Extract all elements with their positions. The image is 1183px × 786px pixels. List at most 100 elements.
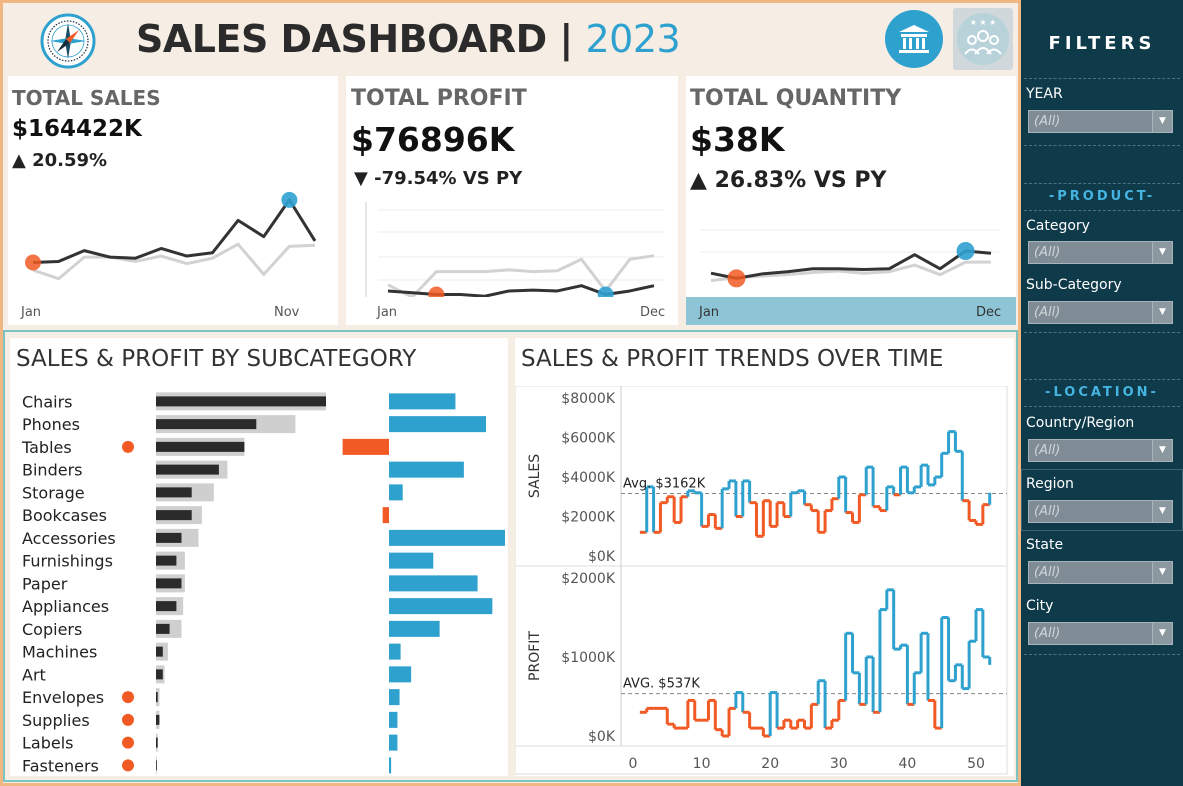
flag-dot	[122, 736, 134, 749]
city-filter-select[interactable]: (All) ▼	[1028, 622, 1173, 645]
subcategory-label: Fasteners	[22, 756, 99, 775]
chevron-down-icon[interactable]: ▼	[1152, 501, 1172, 522]
max-marker	[956, 242, 975, 260]
country-filter-select[interactable]: (All) ▼	[1028, 439, 1173, 462]
dashboard-header: SALES DASHBOARD | 2023 ★ ★ ★	[3, 3, 1018, 75]
subcategory-filter-select[interactable]: (All) ▼	[1028, 301, 1173, 324]
subcategory-label: Art	[22, 665, 46, 684]
x-tick: 20	[761, 756, 779, 772]
subcategory-label: Chairs	[22, 392, 72, 411]
max-marker	[281, 191, 298, 208]
subcategory-label: Paper	[22, 574, 68, 593]
current-year-line	[710, 249, 992, 280]
subcategory-label: Supplies	[22, 711, 90, 730]
country-filter-value: (All)	[1034, 443, 1061, 458]
year-filter-select[interactable]: (All) ▼	[1028, 110, 1173, 133]
current-year-line	[32, 198, 317, 265]
kpi-card-quantity: TOTAL QUANTITY $38K ▲ 26.83% VS PY Jan D…	[686, 76, 1016, 325]
profit-bar	[389, 552, 434, 569]
subcategory-label: Bookcases	[22, 506, 107, 525]
flag-dot	[122, 440, 134, 453]
region-filter-select[interactable]: (All) ▼	[1028, 500, 1173, 523]
flag-dot	[122, 713, 134, 726]
trends-chart: $0K $2000K $4000K $6000K $8000K SALES $0K $1000…	[515, 386, 1008, 775]
sales-bar	[156, 714, 160, 725]
profit-bar	[342, 438, 389, 455]
profit-panel-y-tick: $2000K	[561, 571, 616, 587]
divider	[1024, 654, 1180, 655]
subcategory-label: Storage	[22, 483, 85, 502]
min-marker	[428, 286, 445, 297]
profit-bar	[382, 507, 389, 524]
trends-title: SALES & PROFIT TRENDS OVER TIME	[521, 346, 944, 372]
profit-bar	[389, 598, 493, 615]
profit-bar	[389, 643, 401, 660]
profit-bar	[389, 689, 400, 706]
max-marker	[597, 286, 614, 297]
sales-bar	[156, 692, 158, 703]
profit-bar	[389, 711, 398, 728]
dashboard-title: SALES DASHBOARD | 2023	[136, 17, 681, 61]
subcategory-chart: Chairs Phones Tables Binders Storage Bookcase…	[21, 392, 505, 775]
min-marker	[727, 269, 746, 288]
bank-icon[interactable]	[885, 10, 943, 68]
sales-bar	[156, 737, 158, 748]
sales-bar	[156, 532, 182, 543]
subcategory-label: Labels	[22, 734, 74, 753]
min-marker	[25, 254, 41, 271]
subcategory-title: SALES & PROFIT BY SUBCATEGORY	[16, 346, 417, 372]
chevron-down-icon[interactable]: ▼	[1152, 242, 1172, 263]
kpi-quantity-value: $38K	[690, 120, 785, 159]
profit-bar	[389, 461, 464, 478]
profit-bar	[389, 393, 456, 410]
compass-logo-icon	[40, 13, 96, 69]
sales-bar	[156, 510, 192, 521]
kpi-sales-x-start: Jan	[21, 305, 42, 320]
chevron-down-icon[interactable]: ▼	[1152, 440, 1172, 461]
sales-bar	[156, 646, 163, 657]
category-filter-label: Category	[1026, 218, 1090, 234]
profit-panel-y-tick: $1000K	[561, 650, 616, 666]
sales-panel-y-tick: $0K	[588, 549, 616, 565]
kpi-sales-delta: ▲ 20.59%	[12, 150, 108, 171]
sales-bar	[156, 623, 170, 634]
divider	[1024, 145, 1180, 146]
subcategory-label: Accessories	[22, 529, 116, 548]
chevron-down-icon[interactable]: ▼	[1152, 562, 1172, 583]
subcategory-label: Copiers	[22, 620, 82, 639]
team-icon[interactable]: ★ ★ ★	[953, 8, 1013, 70]
category-filter-value: (All)	[1034, 245, 1061, 260]
current-year-line	[387, 284, 655, 297]
sales-bar	[156, 578, 182, 589]
subcategory-filter-label: Sub-Category	[1026, 277, 1122, 293]
kpi-profit-x-end: Dec	[640, 305, 666, 320]
profit-panel-y-tick: $0K	[588, 729, 616, 745]
kpi-profit-sparkline	[365, 202, 664, 297]
year-filter-value: (All)	[1034, 114, 1061, 129]
profit-avg-label: AVG. $537K	[623, 677, 700, 692]
country-filter-label: Country/Region	[1026, 415, 1135, 431]
subcategory-label: Furnishings	[22, 552, 113, 571]
sales-bar	[156, 487, 192, 498]
location-section-label: -LOCATION-	[1045, 385, 1159, 400]
svg-text:★ ★ ★: ★ ★ ★	[970, 18, 997, 27]
divider	[1024, 379, 1180, 380]
product-section-label: -PRODUCT-	[1048, 189, 1156, 204]
kpi-quantity-label: TOTAL QUANTITY	[690, 86, 902, 111]
category-filter-select[interactable]: (All) ▼	[1028, 241, 1173, 264]
kpi-sales-label: TOTAL SALES	[12, 86, 161, 110]
sales-panel-y-tick: $6000K	[561, 431, 616, 447]
sales-bar	[156, 396, 326, 407]
kpi-quantity-x-start: Jan	[699, 305, 720, 320]
chevron-down-icon[interactable]: ▼	[1152, 623, 1172, 644]
sales-panel-y-tick: $2000K	[561, 510, 616, 526]
subcategory-label: Binders	[22, 461, 82, 480]
kpi-quantity-delta: ▲ 26.83% VS PY	[690, 168, 887, 193]
kpi-profit-label: TOTAL PROFIT	[351, 86, 527, 111]
subcategory-filter-value: (All)	[1034, 305, 1061, 320]
chevron-down-icon[interactable]: ▼	[1152, 302, 1172, 323]
divider	[1024, 332, 1180, 333]
chevron-down-icon[interactable]: ▼	[1152, 111, 1172, 132]
sales-bar	[156, 464, 219, 475]
state-filter-select[interactable]: (All) ▼	[1028, 561, 1173, 584]
